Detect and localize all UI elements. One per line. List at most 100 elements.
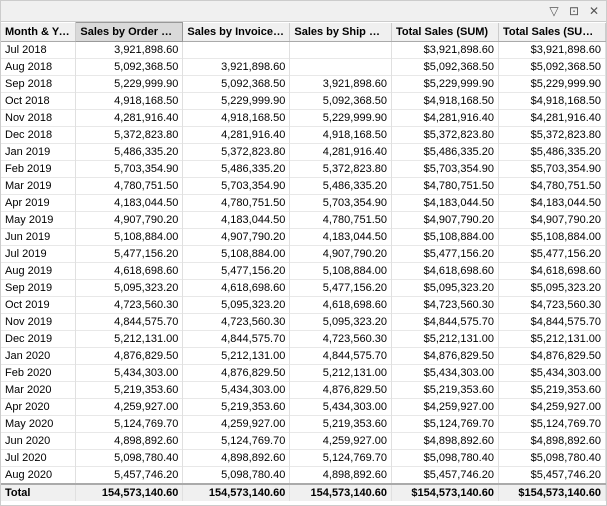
cell-month: Sep 2018 xyxy=(1,76,76,93)
cell-month: Sep 2019 xyxy=(1,280,76,297)
col-header-label: Total Sales (SUMX) xyxy=(503,26,602,38)
header-row: Month & Year ▼ Sales by Order Date ▼ Sal… xyxy=(1,23,606,42)
cell-order: 5,434,303.00 xyxy=(76,365,183,382)
cell-invoice: 4,183,044.50 xyxy=(183,212,290,229)
cell-month: Nov 2019 xyxy=(1,314,76,331)
col-total-sum[interactable]: Total Sales (SUM) xyxy=(392,23,499,42)
table-row: Jan 2019 5,486,335.20 5,372,823.80 4,281… xyxy=(1,144,606,161)
cell-total-sumx: $4,876,829.50 xyxy=(498,348,605,365)
cell-ship xyxy=(290,42,392,59)
cell-total-sum: $4,183,044.50 xyxy=(392,195,499,212)
table-row: Apr 2019 4,183,044.50 4,780,751.50 5,703… xyxy=(1,195,606,212)
col-header-label: Total Sales (SUM) xyxy=(396,26,488,38)
cell-invoice: 5,434,303.00 xyxy=(183,382,290,399)
cell-total-sum: $5,212,131.00 xyxy=(392,331,499,348)
cell-ship: 4,780,751.50 xyxy=(290,212,392,229)
cell-order: 5,212,131.00 xyxy=(76,331,183,348)
table-row: Jul 2020 5,098,780.40 4,898,892.60 5,124… xyxy=(1,450,606,467)
toolbar: ▽ ⊡ ✕ xyxy=(1,1,606,22)
cell-invoice: 5,477,156.20 xyxy=(183,263,290,280)
cell-ship: 5,372,823.80 xyxy=(290,161,392,178)
cell-total-sumx: $5,212,131.00 xyxy=(498,331,605,348)
cell-total-sumx: $4,723,560.30 xyxy=(498,297,605,314)
close-icon[interactable]: ✕ xyxy=(586,3,602,19)
cell-month: Apr 2019 xyxy=(1,195,76,212)
cell-total-sumx: $5,703,354.90 xyxy=(498,161,605,178)
cell-month: Nov 2018 xyxy=(1,110,76,127)
cell-total-sum: $5,457,746.20 xyxy=(392,467,499,485)
cell-total-sumx: $5,108,884.00 xyxy=(498,229,605,246)
cell-ship: 5,434,303.00 xyxy=(290,399,392,416)
cell-invoice: 4,780,751.50 xyxy=(183,195,290,212)
col-sales-ship[interactable]: Sales by Ship Date xyxy=(290,23,392,42)
data-table: Month & Year ▼ Sales by Order Date ▼ Sal… xyxy=(1,22,606,501)
cell-order: 5,098,780.40 xyxy=(76,450,183,467)
cell-month: Mar 2019 xyxy=(1,178,76,195)
cell-order: 4,898,892.60 xyxy=(76,433,183,450)
table-row: Nov 2018 4,281,916.40 4,918,168.50 5,229… xyxy=(1,110,606,127)
cell-order: 5,229,999.90 xyxy=(76,76,183,93)
table-row: Sep 2019 5,095,323.20 4,618,698.60 5,477… xyxy=(1,280,606,297)
col-header-label: Sales by Ship Date xyxy=(294,26,391,38)
cell-total-sum: $5,098,780.40 xyxy=(392,450,499,467)
cell-month: Apr 2020 xyxy=(1,399,76,416)
cell-ship: 5,477,156.20 xyxy=(290,280,392,297)
cell-total-sumx: $4,183,044.50 xyxy=(498,195,605,212)
cell-ship: 5,092,368.50 xyxy=(290,93,392,110)
cell-invoice: 4,844,575.70 xyxy=(183,331,290,348)
cell-total-sumx: $3,921,898.60 xyxy=(498,42,605,59)
main-container: ▽ ⊡ ✕ Month & Year ▼ Sales by Order Date… xyxy=(0,0,607,506)
cell-order: 5,372,823.80 xyxy=(76,127,183,144)
col-month-year[interactable]: Month & Year ▼ xyxy=(1,23,76,42)
cell-order: 5,124,769.70 xyxy=(76,416,183,433)
cell-invoice: 4,898,892.60 xyxy=(183,450,290,467)
cell-invoice: 5,229,999.90 xyxy=(183,93,290,110)
cell-total-sumx: $5,095,323.20 xyxy=(498,280,605,297)
table-row: Jun 2019 5,108,884.00 4,907,790.20 4,183… xyxy=(1,229,606,246)
cell-total-sum: $5,108,884.00 xyxy=(392,229,499,246)
cell-order: 5,703,354.90 xyxy=(76,161,183,178)
cell-invoice: 4,723,560.30 xyxy=(183,314,290,331)
cell-ship: 4,907,790.20 xyxy=(290,246,392,263)
cell-total-sum: $5,486,335.20 xyxy=(392,144,499,161)
cell-total-sumx: $5,092,368.50 xyxy=(498,59,605,76)
cell-ship: 4,723,560.30 xyxy=(290,331,392,348)
cell-total-sumx: $4,780,751.50 xyxy=(498,178,605,195)
table-row: Apr 2020 4,259,927.00 5,219,353.60 5,434… xyxy=(1,399,606,416)
cell-invoice: 4,907,790.20 xyxy=(183,229,290,246)
cell-total-sumx: $4,259,927.00 xyxy=(498,399,605,416)
cell-total-sumx: $5,219,353.60 xyxy=(498,382,605,399)
cell-total-sum: $5,124,769.70 xyxy=(392,416,499,433)
cell-order: 5,095,323.20 xyxy=(76,280,183,297)
cell-month: May 2019 xyxy=(1,212,76,229)
cell-invoice: 4,876,829.50 xyxy=(183,365,290,382)
cell-total-sum: $4,780,751.50 xyxy=(392,178,499,195)
col-sales-order[interactable]: Sales by Order Date ▼ xyxy=(76,23,183,42)
filter-icon[interactable]: ▽ xyxy=(546,3,562,19)
expand-icon[interactable]: ⊡ xyxy=(566,3,582,19)
col-total-sumx[interactable]: Total Sales (SUMX) xyxy=(498,23,605,42)
cell-total-sumx: $4,907,790.20 xyxy=(498,212,605,229)
cell-total-sum: $4,618,698.60 xyxy=(392,263,499,280)
cell-ship: 4,898,892.60 xyxy=(290,467,392,485)
total-label: Total xyxy=(1,484,76,501)
cell-total-sum: $5,703,354.90 xyxy=(392,161,499,178)
cell-ship: 4,844,575.70 xyxy=(290,348,392,365)
cell-invoice: 5,124,769.70 xyxy=(183,433,290,450)
cell-total-sum: $4,723,560.30 xyxy=(392,297,499,314)
cell-month: Jul 2019 xyxy=(1,246,76,263)
cell-ship: 4,259,927.00 xyxy=(290,433,392,450)
cell-total-sum: $5,219,353.60 xyxy=(392,382,499,399)
cell-ship: 4,281,916.40 xyxy=(290,144,392,161)
cell-total-sum: $4,844,575.70 xyxy=(392,314,499,331)
cell-total-sumx: $5,434,303.00 xyxy=(498,365,605,382)
cell-ship xyxy=(290,59,392,76)
col-sales-invoice[interactable]: Sales by Invoice Date xyxy=(183,23,290,42)
cell-order: 4,259,927.00 xyxy=(76,399,183,416)
table-row: Dec 2018 5,372,823.80 4,281,916.40 4,918… xyxy=(1,127,606,144)
cell-ship: 5,108,884.00 xyxy=(290,263,392,280)
cell-invoice xyxy=(183,42,290,59)
cell-invoice: 5,092,368.50 xyxy=(183,76,290,93)
total-ship: 154,573,140.60 xyxy=(290,484,392,501)
table-row: Oct 2018 4,918,168.50 5,229,999.90 5,092… xyxy=(1,93,606,110)
